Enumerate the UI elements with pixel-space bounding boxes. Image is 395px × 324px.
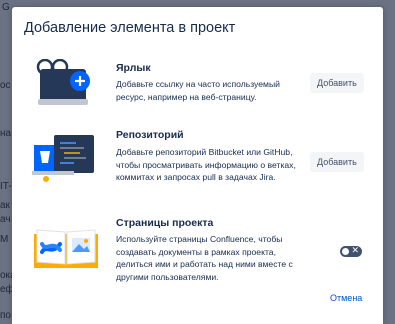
background-text: ач — [0, 214, 11, 225]
option-title: Страницы проекта — [116, 217, 214, 229]
close-icon: ✕ — [351, 245, 359, 255]
glasses-book-plus-icon — [36, 59, 90, 105]
option-description: Добавьте ссылку на часто используемый ре… — [116, 79, 280, 102]
toggle-knob — [342, 248, 349, 255]
background-text: G — [2, 2, 10, 13]
cancel-link[interactable]: Отмена — [330, 293, 362, 303]
background-text: ак — [0, 200, 10, 211]
dialog-title: Добавление элемента в проект — [24, 20, 236, 36]
background-text: ос — [0, 80, 11, 91]
background-text: на — [0, 128, 12, 139]
add-repository-button[interactable]: Добавить — [310, 152, 364, 172]
project-pages-toggle[interactable]: ✕ — [340, 245, 362, 257]
background-text: по — [0, 310, 11, 321]
bitbucket-code-window-icon — [32, 135, 94, 182]
confluence-open-book-icon — [34, 229, 98, 268]
option-description: Добавьте репозиторий Bitbucket или GitHu… — [116, 147, 296, 182]
background-text: М — [0, 234, 9, 245]
option-description: Используйте страницы Confluence, чтобы с… — [116, 234, 293, 282]
option-title: Репозиторий — [116, 129, 184, 141]
background-text: IT- — [0, 181, 12, 192]
add-shortcut-button[interactable]: Добавить — [310, 73, 364, 93]
add-item-dialog: Добавление элемента в проект Ярлык Добав… — [12, 7, 383, 324]
option-title: Ярлык — [116, 62, 151, 74]
